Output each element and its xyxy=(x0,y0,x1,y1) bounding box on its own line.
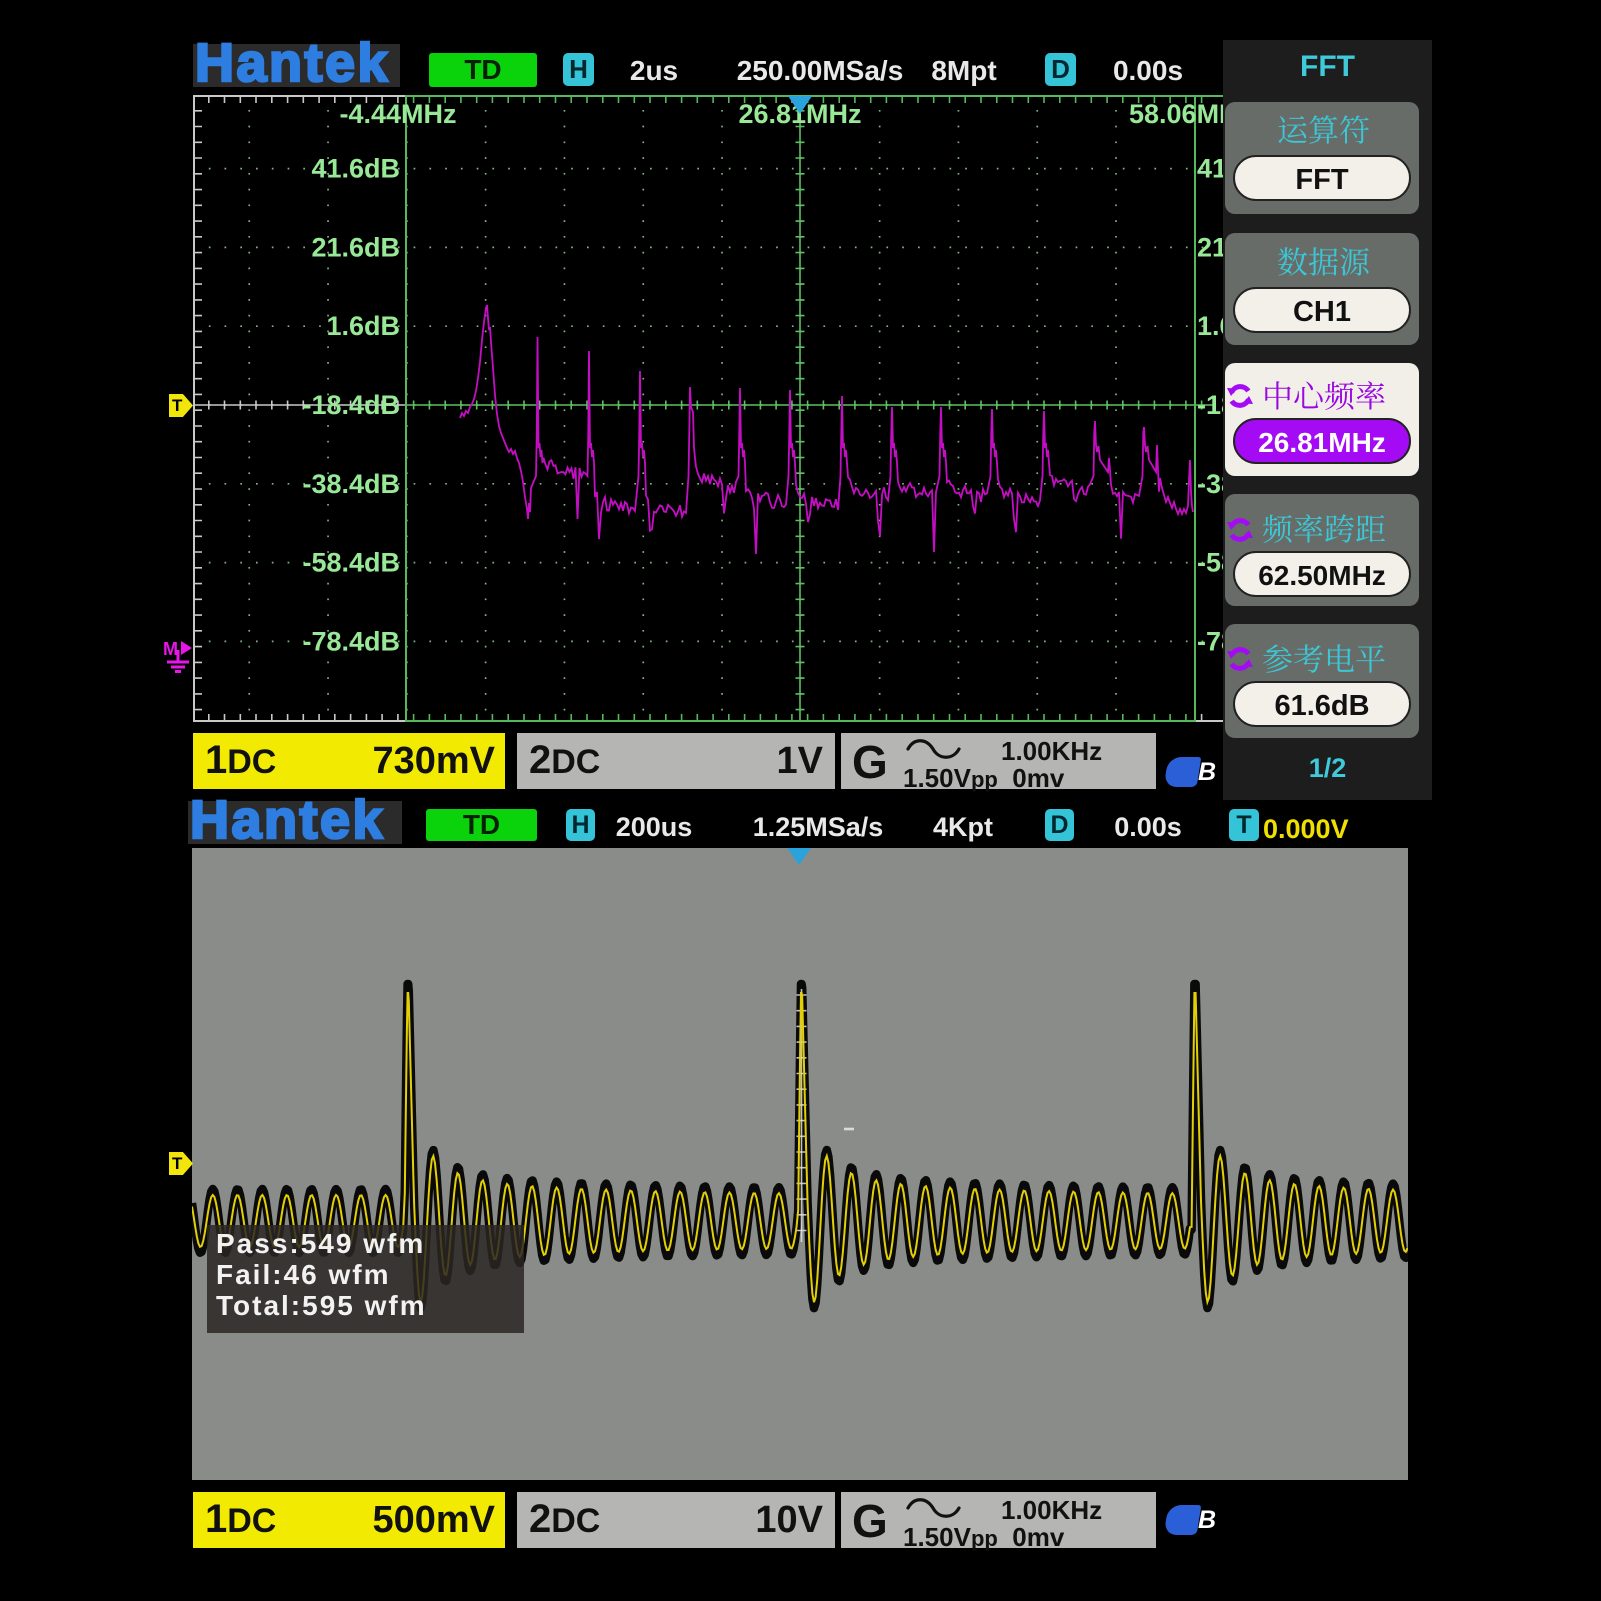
svg-text:58.06MHz: 58.06MHz xyxy=(1129,99,1223,129)
svg-text:-78.4dB: -78.4dB xyxy=(302,626,400,656)
svg-text:21.6dB: 21.6dB xyxy=(1197,232,1223,262)
svg-text:-4.44MHz: -4.44MHz xyxy=(339,99,456,129)
svg-text:21.6dB: 21.6dB xyxy=(311,232,400,262)
svg-text:41.6dB: 41.6dB xyxy=(311,154,400,184)
svg-text:1.6dB: 1.6dB xyxy=(1197,311,1223,341)
svg-text:M: M xyxy=(163,639,178,659)
svg-text:-38.4dB: -38.4dB xyxy=(302,469,400,499)
svg-text:-18.4dB: -18.4dB xyxy=(1197,390,1223,420)
svg-text:-78.4dB: -78.4dB xyxy=(1197,626,1223,656)
svg-text:-38.4dB: -38.4dB xyxy=(1197,469,1223,499)
svg-text:-58.4dB: -58.4dB xyxy=(302,548,400,578)
svg-text:-58.4dB: -58.4dB xyxy=(1197,548,1223,578)
svg-text:-18.4dB: -18.4dB xyxy=(302,390,400,420)
svg-text:41.6dB: 41.6dB xyxy=(1197,154,1223,184)
svg-text:1.6dB: 1.6dB xyxy=(326,311,400,341)
